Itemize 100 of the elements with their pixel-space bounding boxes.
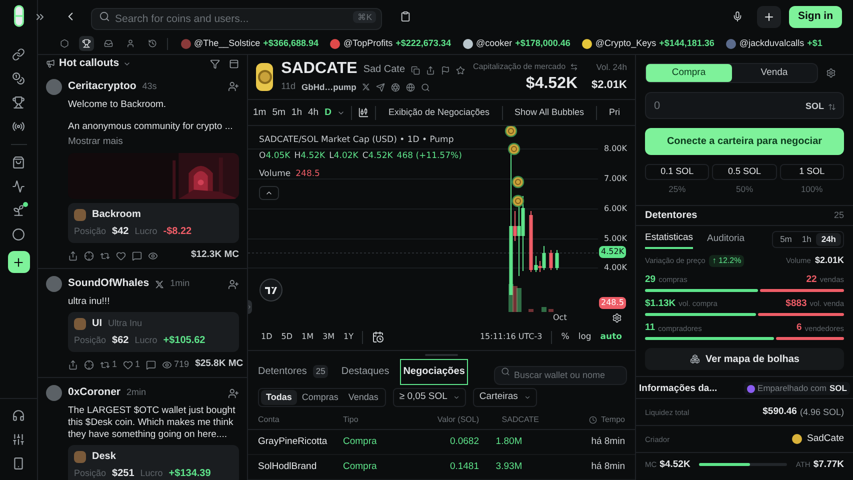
tradingview-logo-icon[interactable] [259, 278, 283, 302]
history-icon[interactable] [148, 39, 157, 48]
views-icon[interactable] [148, 250, 158, 260]
send-icon[interactable] [376, 82, 386, 92]
swap-icon[interactable] [570, 63, 578, 72]
follow-icon[interactable] [228, 388, 239, 398]
trade-filter-tab[interactable]: Vendas [343, 390, 384, 405]
add-button[interactable] [757, 6, 781, 28]
contract-address[interactable]: GbHd…pump [302, 80, 356, 94]
range-tab[interactable]: 1h [796, 233, 816, 246]
scale-option[interactable]: % [561, 330, 570, 344]
phone-icon[interactable] [12, 457, 25, 470]
side-tab[interactable]: Compra [646, 64, 732, 82]
timeframe-tab[interactable]: D [324, 106, 332, 120]
table-cell[interactable]: SolHodlBrand [258, 460, 343, 474]
target-icon[interactable] [84, 250, 94, 260]
trophy-icon[interactable] [82, 39, 91, 48]
column-header[interactable]: SADCATE [502, 414, 539, 426]
follow-icon[interactable] [228, 278, 239, 290]
timeframe-tab[interactable]: 1m [253, 106, 266, 120]
copy-icon[interactable] [411, 66, 420, 76]
table-cell[interactable]: GrayPineRicotta [258, 434, 343, 450]
like-icon[interactable] [123, 360, 134, 370]
range-button[interactable]: 5D [281, 331, 292, 344]
panel-tab[interactable]: Detentores 25 [256, 358, 330, 385]
coins-icon[interactable] [12, 72, 25, 85]
timeframe-tab[interactable]: 5m [272, 106, 286, 120]
calendar-icon[interactable] [372, 331, 384, 344]
panel-handle[interactable] [248, 300, 252, 314]
connect-wallet-button[interactable]: Conecte a carteira para negociar [645, 128, 844, 155]
star-icon[interactable] [456, 66, 466, 76]
trade-filter-tab[interactable]: Compras [296, 390, 344, 405]
token-card[interactable]: UI Ultra Inu Posição $62 Lucro +$105.62 [68, 312, 239, 352]
clipboard-icon[interactable] [400, 11, 411, 22]
scale-option[interactable]: auto [600, 330, 622, 344]
range-button[interactable]: 1Y [344, 331, 354, 344]
column-header[interactable]: Tempo [600, 414, 625, 426]
sign-in-button[interactable]: Sign in [789, 6, 842, 28]
comment-icon[interactable] [132, 250, 142, 260]
range-button[interactable]: 3M [322, 331, 334, 344]
aperture-icon[interactable] [391, 82, 400, 92]
x-logo-icon[interactable] [362, 83, 370, 92]
views-icon[interactable] [162, 360, 172, 370]
sprout-icon[interactable] [12, 204, 25, 217]
follow-icon[interactable] [228, 81, 239, 92]
settings-icon[interactable] [612, 312, 622, 323]
preset-button[interactable]: 1 SOL [780, 164, 844, 180]
trade-filter-tab[interactable]: Todas [261, 390, 297, 405]
token-card[interactable]: Desk Posição $251 Lucro +$134.39 [68, 445, 239, 480]
trophy-icon[interactable] [12, 96, 25, 109]
timeframe-tab[interactable]: 1h [291, 106, 302, 120]
headphones-icon[interactable] [12, 409, 25, 422]
avatar[interactable] [46, 78, 62, 95]
avatar[interactable] [46, 385, 62, 401]
share-icon[interactable] [68, 360, 78, 370]
filter-dropdown[interactable]: Carteiras [473, 388, 537, 407]
stats-tab[interactable]: Auditoria [707, 230, 745, 249]
repost-icon[interactable] [100, 250, 110, 260]
author-name[interactable]: 0xCoroner [68, 385, 121, 401]
show-more-link[interactable]: Mostrar mais [68, 134, 239, 149]
circle-icon[interactable] [12, 228, 25, 241]
sliders-icon[interactable] [12, 433, 25, 446]
author-name[interactable]: Ceritacryptoo [68, 78, 136, 95]
broadcast-icon[interactable] [12, 120, 25, 133]
layout-icon[interactable] [229, 58, 239, 69]
preset-button[interactable]: 0.5 SOL [712, 164, 777, 180]
holders-label[interactable]: Detentores [645, 208, 698, 223]
range-tab[interactable]: 5m [775, 233, 797, 246]
filter-icon[interactable] [210, 58, 220, 69]
column-header[interactable]: Valor (SOL) [437, 414, 479, 426]
column-header[interactable]: Conta [258, 414, 280, 426]
side-tab[interactable]: Venda [732, 64, 817, 82]
chart-toolbar-button[interactable]: Show All Bubbles [508, 106, 590, 120]
feed-title[interactable]: Hot callouts [59, 56, 120, 72]
creator-name[interactable]: SadCate [807, 432, 844, 446]
scale-option[interactable]: log [578, 330, 592, 344]
trader-avatar[interactable] [582, 38, 592, 48]
filter-dropdown[interactable]: ≥ 0,05 SOL [393, 388, 466, 407]
link-icon[interactable] [12, 48, 25, 61]
comment-icon[interactable] [146, 360, 156, 370]
target-icon[interactable] [84, 360, 94, 370]
swap-icon[interactable] [828, 102, 836, 111]
add-button[interactable] [8, 251, 30, 273]
collapse-button[interactable] [259, 186, 279, 200]
trader-avatar[interactable] [330, 38, 340, 48]
bubble-map-button[interactable]: Ver mapa de bolhas [645, 348, 844, 370]
panel-tab[interactable]: Destaques [339, 358, 392, 385]
share-icon[interactable] [426, 66, 436, 76]
microphone-icon[interactable] [732, 11, 743, 22]
trader-handle[interactable]: @cooker [476, 36, 512, 50]
inbox-icon[interactable] [104, 39, 113, 48]
wallet-search-field[interactable]: Buscar wallet ou nome [494, 366, 627, 385]
timeframe-tab[interactable]: 4h [308, 106, 319, 120]
hexagon-icon[interactable] [60, 39, 69, 48]
range-button[interactable]: 1D [261, 331, 272, 344]
trader-handle[interactable]: @TopProfits [343, 36, 393, 50]
range-button[interactable]: 1M [302, 331, 314, 344]
stats-tab[interactable]: Estatisticas [645, 230, 694, 249]
column-header[interactable]: Tipo [343, 414, 358, 426]
avatar[interactable] [46, 276, 62, 292]
